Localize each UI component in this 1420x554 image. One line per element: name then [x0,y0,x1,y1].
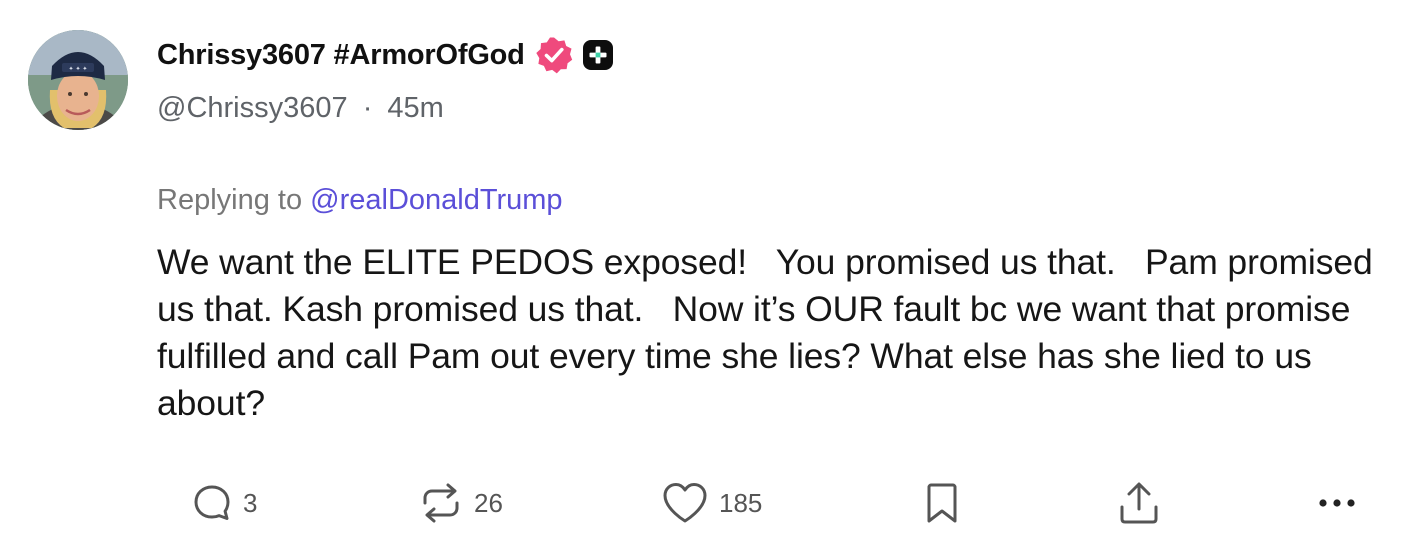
reply-count: 3 [243,487,258,518]
avatar-image: ✦ ✦ ✦ [28,30,128,130]
replying-to: Replying to @realDonaldTrump [157,184,563,217]
plus-badge-icon [582,39,614,71]
bookmark-button[interactable] [922,478,962,528]
post-card: ✦ ✦ ✦ Chrissy3607 #ArmorOfGod @Chrissy36… [0,0,1420,554]
like-count: 185 [719,487,763,518]
repost-button[interactable]: 26 [417,478,503,528]
bookmark-icon [922,479,962,527]
repost-count: 26 [474,487,503,518]
more-options-button[interactable] [1312,478,1362,528]
verified-badge-icon [535,36,573,74]
avatar[interactable]: ✦ ✦ ✦ [28,30,128,130]
post-timestamp[interactable]: 45m [387,92,443,124]
meta-separator: · [362,92,373,124]
author-name-row: Chrissy3607 #ArmorOfGod [157,33,614,77]
repost-icon [417,479,465,527]
svg-text:✦ ✦ ✦: ✦ ✦ ✦ [69,66,88,73]
display-name[interactable]: Chrissy3607 #ArmorOfGod [157,39,525,72]
handle-row: @Chrissy3607 · 45m [157,92,444,125]
post-body-text: We want the ELITE PEDOS exposed! You pro… [157,242,1383,423]
replying-to-handle-link[interactable]: @realDonaldTrump [310,184,562,216]
share-button[interactable] [1116,478,1162,528]
share-icon [1116,479,1162,527]
author-handle[interactable]: @Chrissy3607 [157,92,348,124]
reply-button[interactable]: 3 [190,478,257,528]
more-options-icon [1312,493,1362,513]
comment-icon [190,481,234,525]
replying-prefix: Replying to [157,184,303,216]
like-button[interactable]: 185 [660,478,762,528]
heart-icon [660,480,710,526]
